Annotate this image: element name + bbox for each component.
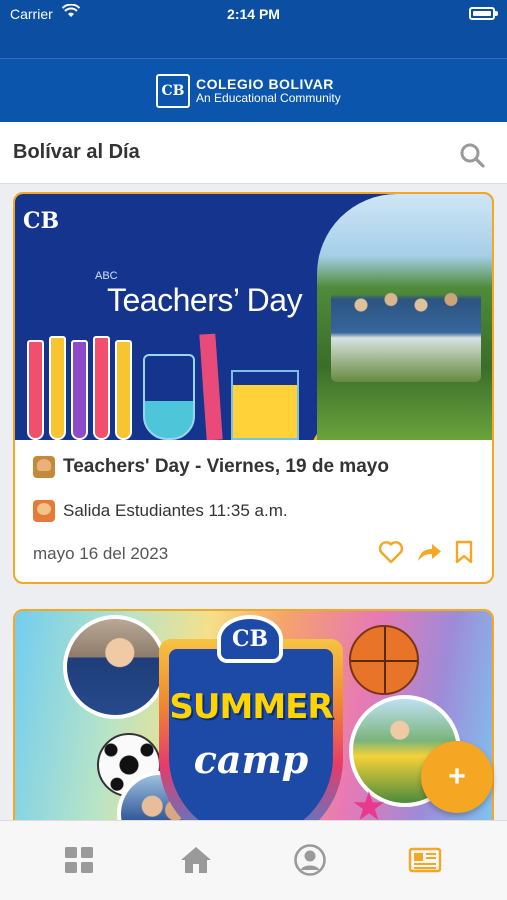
post-subtext-text: Salida Estudiantes 11:35 a.m. (63, 501, 288, 520)
page-title: Bolívar al Día (13, 141, 140, 163)
post-headline[interactable]: Teachers' Day - Viernes, 19 de mayo (33, 456, 474, 478)
battery-icon (469, 7, 498, 20)
basketball-player-photo (63, 615, 167, 719)
banner-subtitle: camp (193, 737, 309, 782)
app-header: Carrier 2:14 PM CB COLEGIO BOLIVAR An Ed… (0, 0, 507, 122)
bottom-tab-bar (0, 820, 507, 900)
post-card[interactable]: CB ABC Teachers’ Day Teachers' Day - Vie… (13, 192, 494, 584)
banner-logo: CB (23, 208, 60, 234)
ruler-illustration (199, 333, 223, 440)
test-tubes-illustration (19, 330, 144, 440)
post-banner-image[interactable]: CB ABC Teachers’ Day (15, 194, 492, 440)
page-title-bar: Bolívar al Día (0, 122, 507, 184)
post-date: mayo 16 del 2023 (33, 544, 169, 563)
students-photo (317, 194, 492, 440)
profile-icon[interactable] (293, 843, 327, 877)
school-tagline: An Educational Community (196, 91, 341, 106)
banner-title: SUMMER (169, 687, 333, 727)
home-icon[interactable] (179, 843, 213, 877)
banner-title: Teachers’ Day (107, 282, 303, 318)
school-logo: CB COLEGIO BOLIVAR An Educational Commun… (156, 74, 341, 108)
teacher-emoji-icon (33, 456, 55, 478)
clock: 2:14 PM (227, 6, 280, 22)
newspaper-icon[interactable] (408, 843, 442, 877)
plus-icon: + (448, 760, 466, 793)
post-headline-text: Teachers' Day - Viernes, 19 de mayo (63, 456, 389, 477)
banner-logo: CB (217, 615, 283, 663)
basketball-illustration (349, 625, 419, 695)
school-crest-icon: CB (156, 74, 190, 108)
banner-decoration-text: ABC (95, 270, 118, 282)
post-banner-image[interactable]: CB SUMMER camp ★ (15, 611, 492, 847)
grid-icon[interactable] (62, 843, 96, 877)
search-icon[interactable] (459, 142, 485, 168)
bookmark-icon[interactable] (454, 540, 474, 564)
summer-camp-logo: CB SUMMER camp (159, 615, 343, 847)
post-actions (378, 540, 474, 564)
post-subtext: Salida Estudiantes 11:35 a.m. (33, 500, 474, 522)
post-footer: mayo 16 del 2023 (33, 540, 474, 564)
student-emoji-icon (33, 500, 55, 522)
school-name-block: COLEGIO BOLIVAR An Educational Community (196, 77, 341, 104)
add-post-button[interactable]: + (421, 741, 493, 813)
post-card[interactable]: CB SUMMER camp ★ (13, 609, 494, 849)
heart-icon[interactable] (378, 540, 404, 564)
status-bar: Carrier 2:14 PM (0, 0, 507, 28)
post-info: Teachers' Day - Viernes, 19 de mayo Sali… (33, 456, 474, 522)
share-arrow-icon[interactable] (416, 540, 442, 564)
flask-illustration (143, 354, 195, 440)
beaker-illustration (231, 370, 299, 440)
school-name: COLEGIO BOLIVAR (196, 76, 334, 93)
